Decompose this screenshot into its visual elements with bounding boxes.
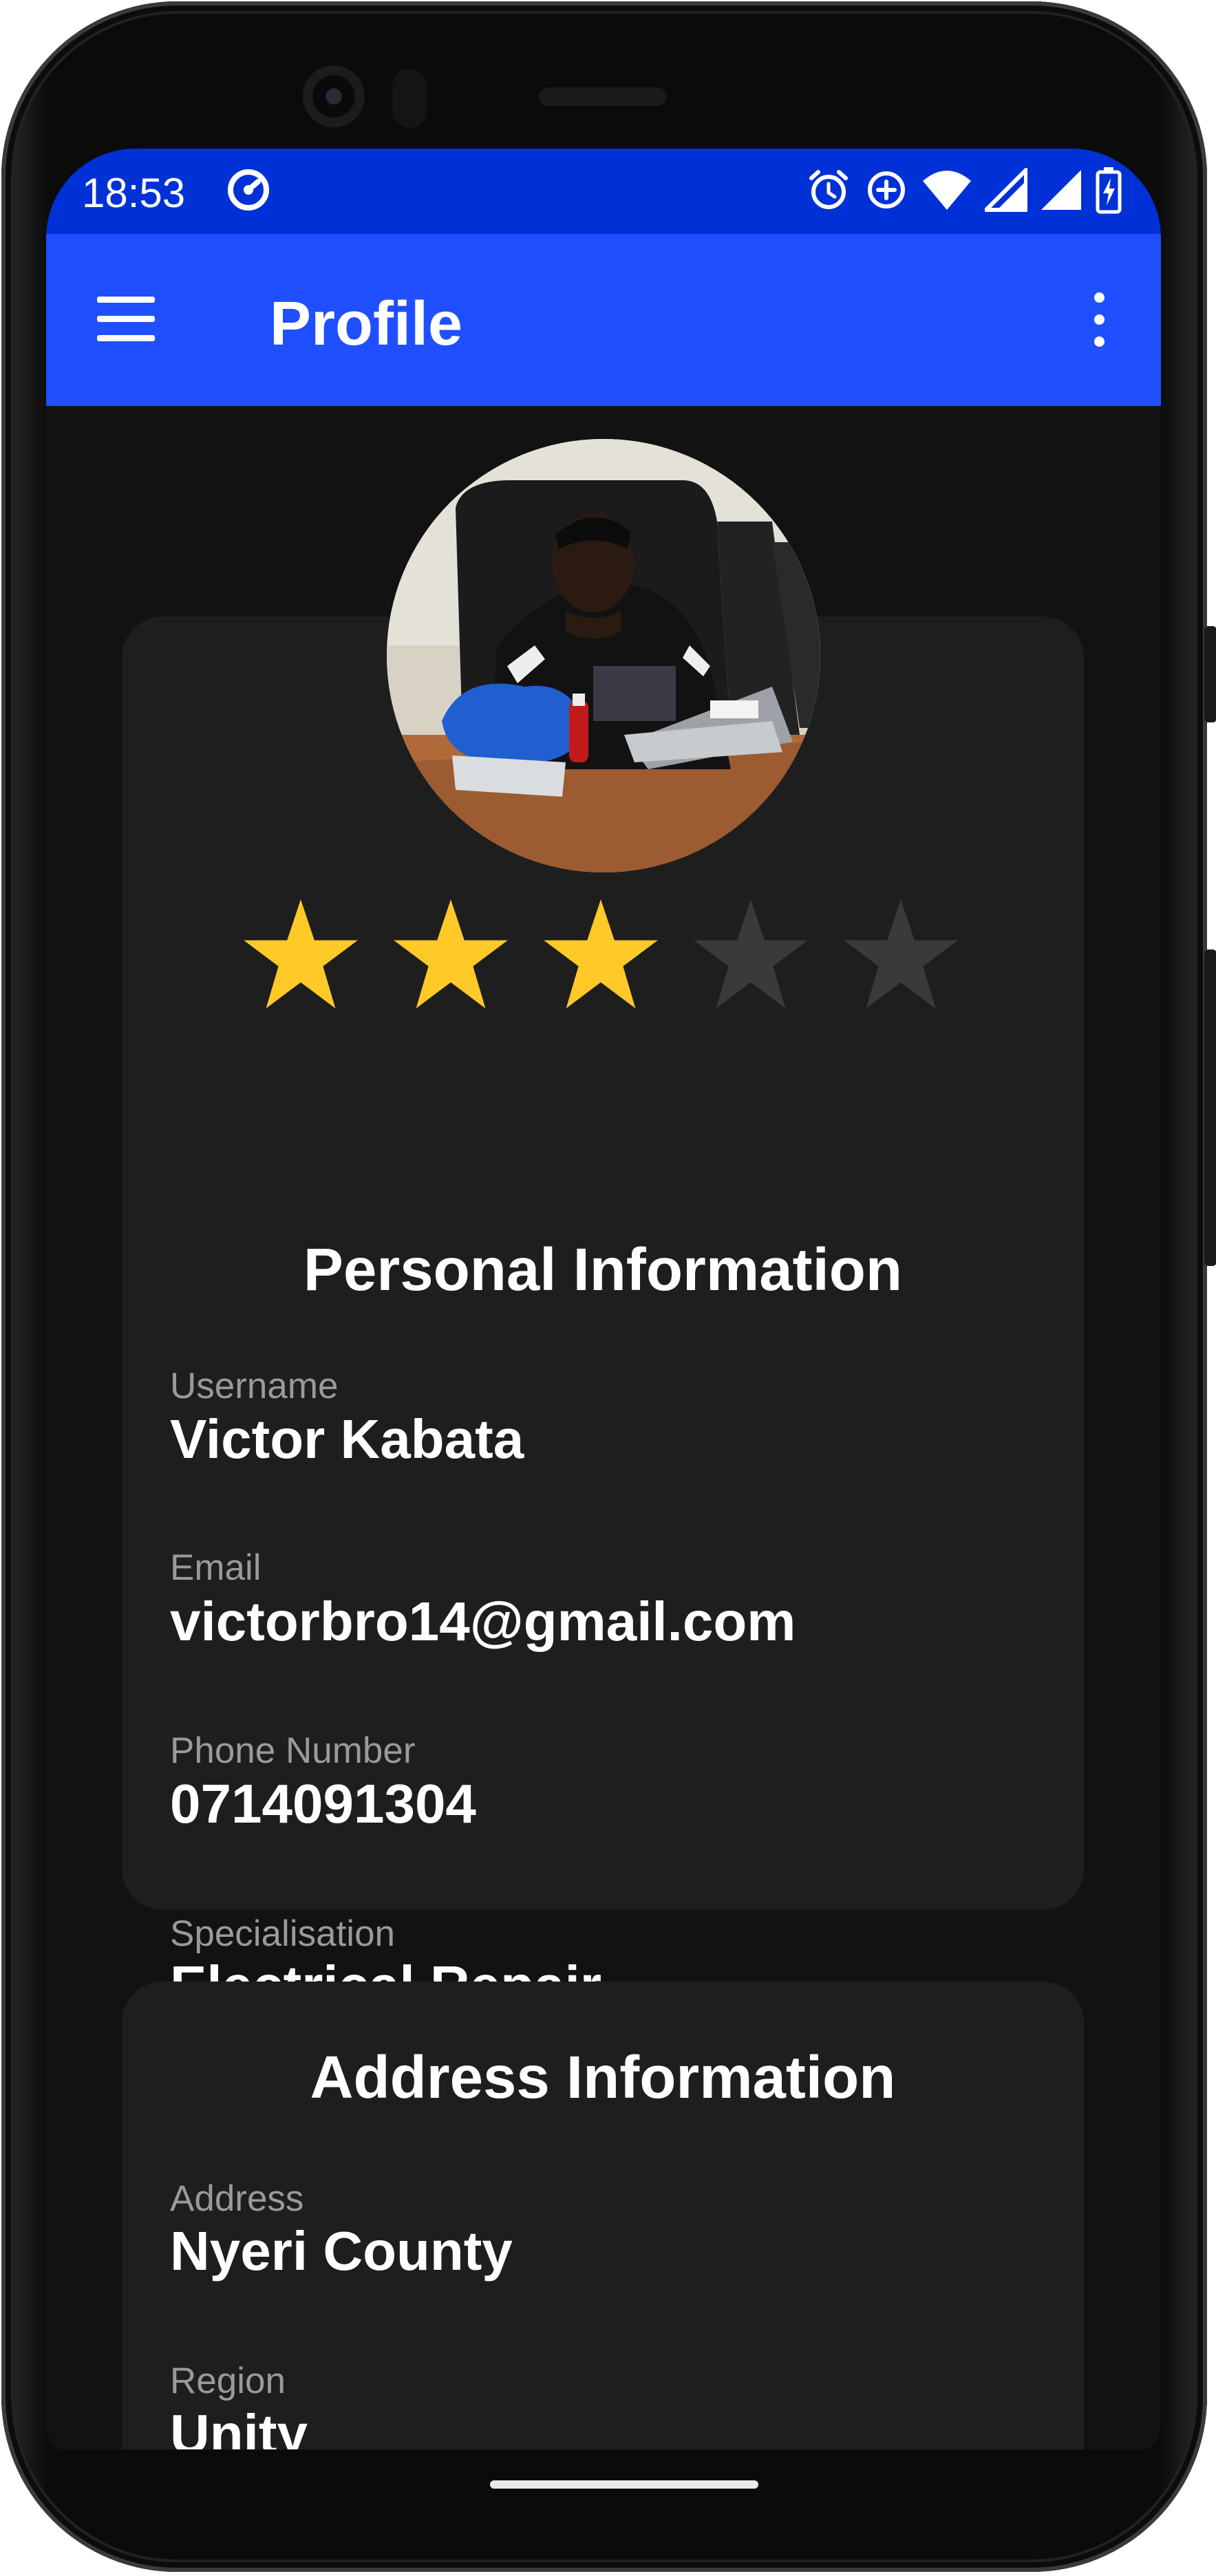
phone-label: Phone Number [170, 1730, 416, 1771]
rating-stars[interactable] [239, 894, 963, 1018]
status-bar: 18:53 [46, 149, 1161, 234]
star-icon[interactable] [839, 894, 963, 1018]
profile-content[interactable]: Personal Information Username Victor Kab… [46, 406, 1161, 2456]
region-label: Region [170, 2361, 286, 2401]
email-label: Email [170, 1547, 262, 1588]
section-title-personal: Personal Information [303, 1236, 903, 1303]
app-notification-icon [228, 169, 269, 211]
alarm-icon [809, 170, 848, 209]
star-icon[interactable] [539, 894, 663, 1018]
address-information-card: Address Information Address Nyeri County… [122, 1982, 1084, 2456]
earpiece-speaker [538, 85, 668, 106]
data-saver-icon [868, 171, 905, 208]
screen: 18:53 Profile Personal Information Usern… [46, 149, 1161, 2456]
address-value: Nyeri County [170, 2220, 513, 2282]
section-title-address: Address Information [310, 2044, 896, 2111]
phone-value: 0714091304 [170, 1773, 476, 1834]
home-indicator[interactable] [490, 2480, 758, 2489]
specialisation-label: Specialisation [170, 1913, 396, 1954]
page-title: Profile [270, 290, 463, 358]
device-frame: 18:53 Profile Personal Information Usern… [0, 0, 1216, 2576]
signal-icon [1041, 170, 1081, 210]
wifi-icon [923, 171, 971, 210]
star-icon[interactable] [389, 894, 513, 1018]
app-bar: Profile [46, 234, 1161, 406]
email-value: victorbro14@gmail.com [170, 1591, 796, 1652]
battery-charging-icon [1096, 167, 1122, 214]
power-button [1204, 626, 1216, 722]
hamburger-menu-icon[interactable] [87, 292, 163, 347]
navigation-bar [46, 2449, 1161, 2477]
status-time: 18:53 [82, 170, 186, 216]
star-icon[interactable] [689, 894, 813, 1018]
username-value: Victor Kabata [170, 1408, 524, 1470]
username-label: Username [170, 1366, 339, 1406]
status-icons [806, 165, 1122, 215]
profile-photo [387, 439, 820, 872]
address-label: Address [170, 2178, 304, 2219]
front-camera [303, 65, 365, 127]
more-vert-icon[interactable] [1071, 286, 1127, 354]
signal-icon [985, 168, 1027, 212]
volume-button [1204, 949, 1216, 1266]
proximity-sensor [392, 69, 427, 128]
region-value: Unity [170, 2403, 308, 2456]
star-icon[interactable] [239, 894, 363, 1018]
avatar[interactable] [387, 439, 820, 872]
